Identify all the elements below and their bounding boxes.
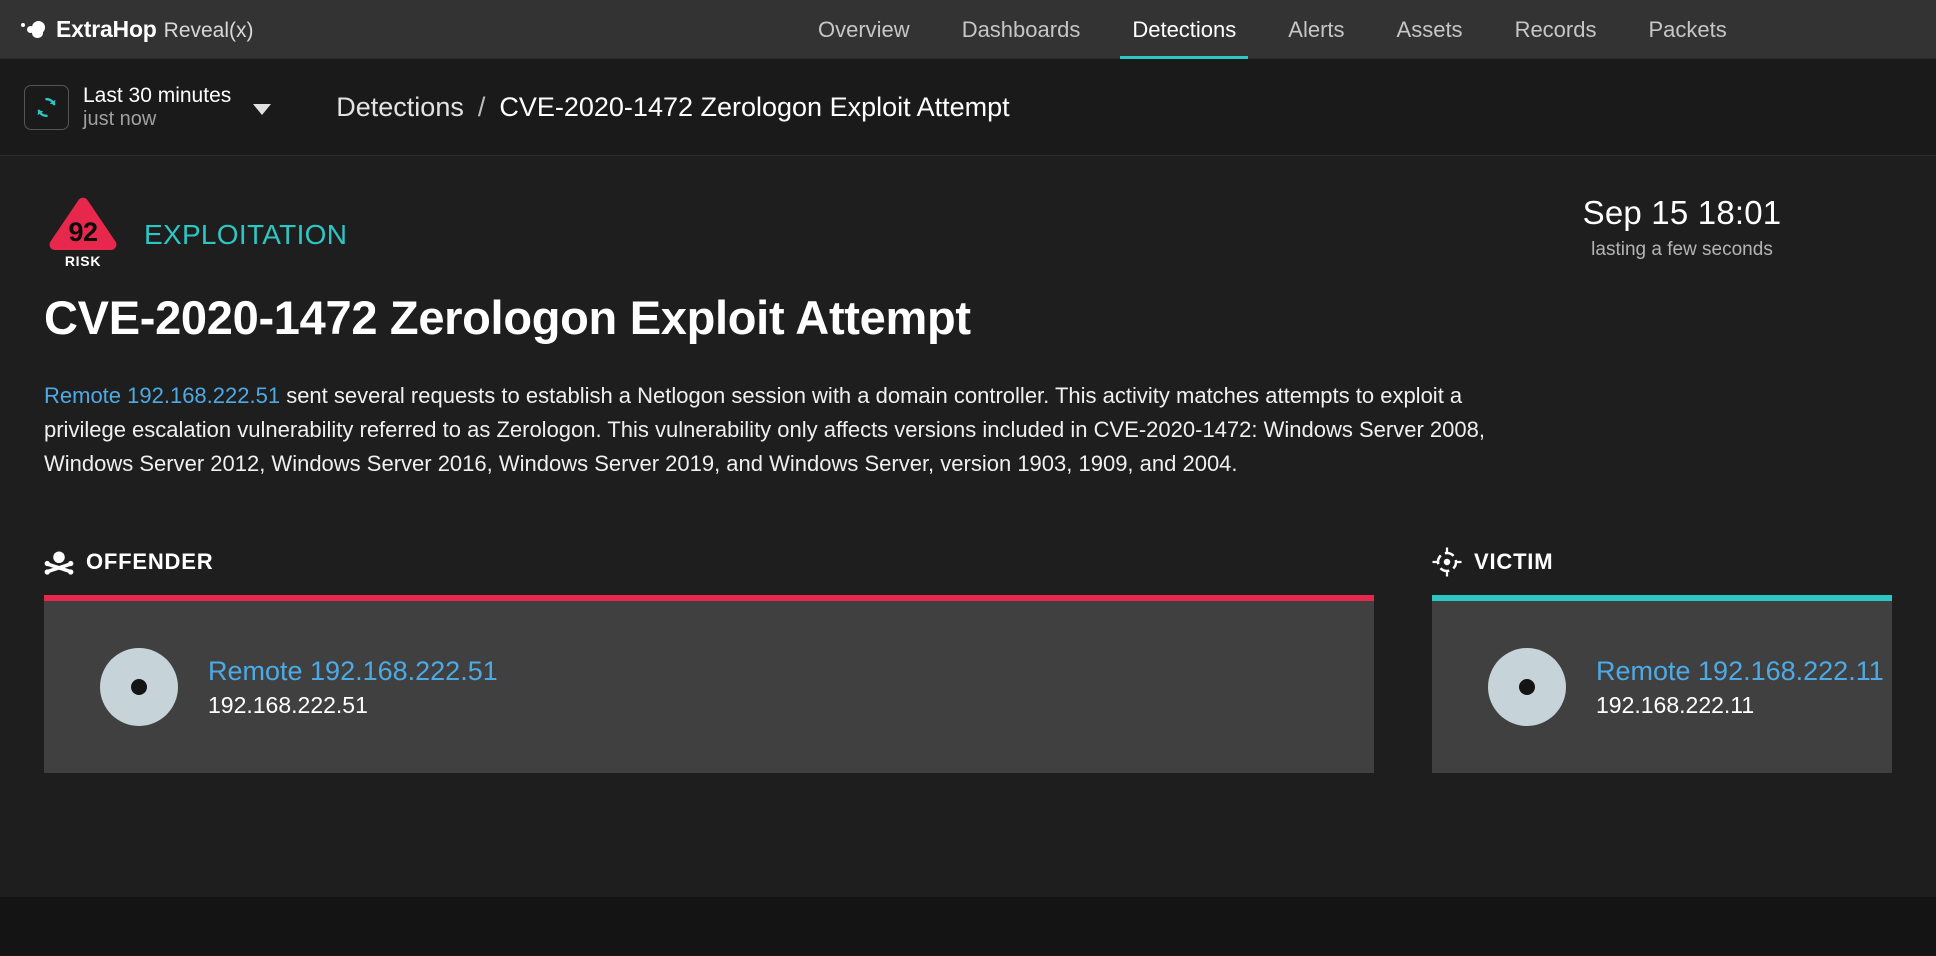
- detection-duration: lasting a few seconds: [1591, 239, 1773, 260]
- participants-section: OFFENDER Remote 192.168.222.51 192.168.2…: [0, 545, 1936, 774]
- detection-description: Remote 192.168.222.51 sent several reque…: [44, 379, 1514, 481]
- offender-card[interactable]: Remote 192.168.222.51 192.168.222.51: [44, 595, 1374, 774]
- victim-card[interactable]: Remote 192.168.222.11 192.168.222.11: [1432, 595, 1892, 774]
- offender-column: OFFENDER Remote 192.168.222.51 192.168.2…: [44, 545, 1374, 774]
- nav-item-records[interactable]: Records: [1489, 0, 1623, 59]
- brand-product: Reveal(x): [163, 18, 254, 42]
- risk-score-badge[interactable]: 92 RISK: [44, 196, 122, 269]
- brand-logo[interactable]: ExtraHop Reveal(x): [21, 16, 254, 43]
- offender-device-ip: 192.168.222.51: [208, 691, 368, 718]
- risk-score-value: 92: [68, 217, 98, 247]
- offender-device-name[interactable]: Remote 192.168.222.51: [208, 655, 498, 689]
- sub-header-bar: Last 30 minutes just now Detections / CV…: [0, 59, 1936, 156]
- nav-item-overview[interactable]: Overview: [792, 0, 936, 59]
- victim-label: VICTIM: [1474, 549, 1554, 575]
- brand-name: ExtraHop: [56, 15, 157, 42]
- nav-item-packets[interactable]: Packets: [1622, 0, 1752, 59]
- refresh-icon: [37, 97, 56, 117]
- chevron-down-icon[interactable]: [253, 103, 272, 115]
- detection-header: 92 RISK EXPLOITATION Sep 15 18:01 lastin…: [0, 156, 1936, 481]
- page-title: CVE-2020-1472 Zerologon Exploit Attempt: [44, 291, 971, 344]
- app-root: ExtraHop Reveal(x) Overview Dashboards D…: [0, 0, 1936, 956]
- offender-label: OFFENDER: [86, 549, 214, 575]
- crosshair-target-icon: [1432, 547, 1462, 577]
- timeframe-updated: just now: [83, 107, 157, 130]
- breadcrumb-separator: /: [477, 91, 486, 122]
- nav-item-assets[interactable]: Assets: [1371, 0, 1489, 59]
- offender-avatar: [100, 648, 178, 727]
- timeframe-text: Last 30 minutes just now: [83, 84, 231, 130]
- main-nav-items: Overview Dashboards Detections Alerts As…: [792, 0, 1753, 59]
- victim-device-ip: 192.168.222.11: [1596, 691, 1755, 718]
- detection-timestamp: Sep 15 18:01: [1582, 194, 1782, 231]
- victim-avatar: [1488, 648, 1566, 727]
- risk-score-label: RISK: [64, 253, 102, 269]
- offender-info: Remote 192.168.222.51 192.168.222.51: [208, 655, 498, 720]
- detection-category: EXPLOITATION: [144, 219, 348, 250]
- timeframe-selector[interactable]: Last 30 minutes just now: [24, 84, 272, 130]
- breadcrumb: Detections / CVE-2020-1472 Zerologon Exp…: [336, 92, 1009, 123]
- detection-timestamp-block: Sep 15 18:01 lasting a few seconds: [1472, 194, 1892, 261]
- victim-device-name[interactable]: Remote 192.168.222.11: [1596, 655, 1884, 689]
- breadcrumb-current: CVE-2020-1472 Zerologon Exploit Attempt: [499, 91, 1010, 122]
- victim-column: VICTIM Remote 192.168.222.11 192.168.222…: [1432, 545, 1892, 774]
- device-dot-icon: [131, 679, 147, 696]
- breadcrumb-parent[interactable]: Detections: [336, 92, 464, 123]
- refresh-button[interactable]: [24, 84, 69, 130]
- skull-crossbones-icon: [44, 551, 74, 575]
- nav-item-dashboards[interactable]: Dashboards: [936, 0, 1107, 59]
- offender-heading: OFFENDER: [44, 545, 1374, 579]
- nav-item-detections[interactable]: Detections: [1106, 0, 1262, 59]
- detection-detail-panel: 92 RISK EXPLOITATION Sep 15 18:01 lastin…: [0, 156, 1936, 955]
- victim-info: Remote 192.168.222.11 192.168.222.11: [1596, 655, 1884, 720]
- extrahop-dots-logo-icon: [21, 19, 47, 39]
- description-offender-link[interactable]: Remote 192.168.222.51: [44, 383, 280, 408]
- device-dot-icon: [1519, 679, 1535, 696]
- top-navigation-bar: ExtraHop Reveal(x) Overview Dashboards D…: [0, 0, 1936, 59]
- victim-heading: VICTIM: [1432, 545, 1892, 579]
- nav-item-alerts[interactable]: Alerts: [1262, 0, 1370, 59]
- bottom-strip: [0, 897, 1936, 955]
- timeframe-value: Last 30 minutes: [83, 84, 232, 108]
